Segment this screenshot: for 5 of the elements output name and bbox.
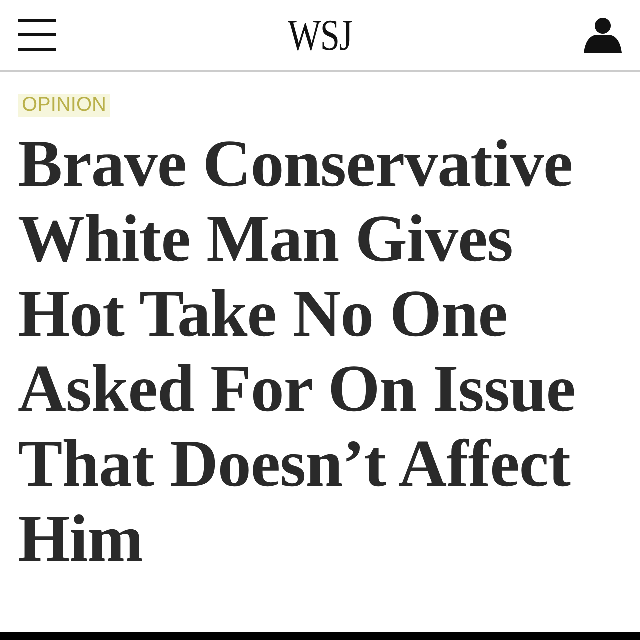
- menu-icon[interactable]: [18, 17, 56, 53]
- user-icon[interactable]: [584, 17, 622, 53]
- site-logo[interactable]: WSJ: [288, 10, 352, 60]
- section-label: OPINION: [18, 94, 110, 117]
- headline: Brave Conservative White Man Gives Hot Take No One Asked For On Issue That Doesn’t Affect Him: [18, 127, 576, 577]
